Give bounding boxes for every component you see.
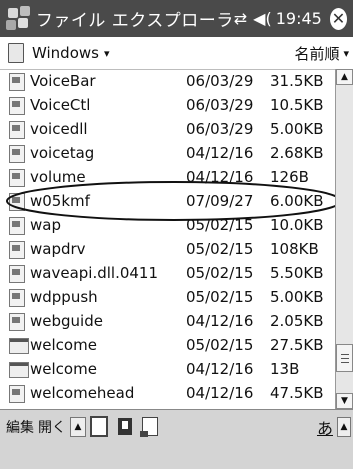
window-file-icon — [9, 338, 29, 354]
app-file-icon — [9, 289, 25, 307]
file-date: 05/02/15 — [186, 336, 254, 354]
file-date: 05/02/15 — [186, 264, 254, 282]
app-file-icon — [9, 385, 25, 403]
file-size: 10.0KB — [270, 216, 324, 234]
chevron-down-icon[interactable]: ▾ — [104, 47, 110, 60]
file-size: 5.50KB — [270, 264, 324, 282]
file-name: waveapi.dll.0411 — [30, 264, 159, 282]
windows-start-icon[interactable] — [6, 5, 30, 32]
file-name: wap — [30, 216, 61, 234]
file-name: VoiceCtl — [30, 96, 91, 114]
volume-icon[interactable]: ◀( — [253, 9, 272, 28]
sort-dropdown[interactable]: 名前順 — [294, 43, 339, 64]
storage-card-icon[interactable] — [118, 418, 132, 435]
folder-dropdown[interactable]: Windows — [32, 44, 99, 62]
file-size: 108KB — [270, 240, 319, 258]
list-item[interactable]: voicedll 06/03/29 5.00KB — [0, 117, 335, 141]
app-title: ファイル エクスプローラ — [35, 11, 234, 31]
app-file-icon — [9, 73, 25, 91]
menu-bar: 編集 開く ▲ あ ▲ — [0, 409, 353, 469]
file-date: 05/02/15 — [186, 288, 254, 306]
file-date: 06/03/29 — [186, 120, 254, 138]
app-file-icon — [9, 217, 25, 235]
list-item[interactable]: waveapi.dll.0411 05/02/15 5.50KB — [0, 261, 335, 285]
list-item[interactable]: volume 04/12/16 126B — [0, 165, 335, 189]
up-arrow-icon[interactable]: ▲ — [337, 416, 351, 437]
file-size: 6.00KB — [270, 192, 324, 210]
app-file-icon — [9, 169, 25, 187]
file-size: 10.5KB — [270, 96, 324, 114]
file-name: VoiceBar — [30, 72, 96, 90]
file-name: welcome — [30, 336, 97, 354]
file-date: 04/12/16 — [186, 312, 254, 330]
file-name: voicedll — [30, 120, 88, 138]
view-icon[interactable] — [90, 416, 108, 437]
app-file-icon — [9, 193, 25, 211]
list-item[interactable]: voicetag 04/12/16 2.68KB — [0, 141, 335, 165]
file-list: VoiceBar 06/03/29 31.5KB VoiceCtl 06/03/… — [0, 69, 335, 409]
input-method-button[interactable]: あ — [317, 415, 333, 439]
file-size: 2.68KB — [270, 144, 324, 162]
file-name: welcomehead — [30, 384, 135, 402]
scroll-thumb[interactable] — [336, 344, 353, 372]
list-item-highlighted[interactable]: w05kmf 07/09/27 6.00KB — [0, 189, 335, 213]
file-date: 06/03/29 — [186, 72, 254, 90]
file-date: 04/12/16 — [186, 168, 254, 186]
file-date: 04/12/16 — [186, 360, 254, 378]
file-size: 126B — [270, 168, 309, 186]
file-name: wdppush — [30, 288, 98, 306]
file-name: voicetag — [30, 144, 95, 162]
list-item[interactable]: wap 05/02/15 10.0KB — [0, 213, 335, 237]
app-file-icon — [9, 265, 25, 283]
list-item[interactable]: webguide 04/12/16 2.05KB — [0, 309, 335, 333]
chevron-down-icon[interactable]: ▾ — [343, 47, 349, 60]
app-file-icon — [9, 97, 25, 115]
app-file-icon — [9, 241, 25, 259]
scroll-down-arrow-icon[interactable]: ▼ — [336, 393, 353, 409]
file-name: w05kmf — [30, 192, 90, 210]
document-icon[interactable] — [140, 417, 158, 437]
file-name: webguide — [30, 312, 103, 330]
file-size: 5.00KB — [270, 288, 324, 306]
list-item[interactable]: wapdrv 05/02/15 108KB — [0, 237, 335, 261]
list-item[interactable]: wdppush 05/02/15 5.00KB — [0, 285, 335, 309]
clock[interactable]: 19:45 — [276, 9, 322, 28]
file-name: welcome — [30, 360, 97, 378]
file-date: 04/12/16 — [186, 144, 254, 162]
folder-bar: Windows ▾ 名前順 ▾ — [0, 37, 353, 70]
file-date: 07/09/27 — [186, 192, 254, 210]
file-size: 13B — [270, 360, 300, 378]
file-date: 05/02/15 — [186, 240, 254, 258]
list-item[interactable]: VoiceBar 06/03/29 31.5KB — [0, 69, 335, 93]
list-item[interactable]: welcome 04/12/16 13B — [0, 357, 335, 381]
open-menu[interactable]: 開く — [38, 417, 66, 437]
close-button[interactable]: ✕ — [329, 7, 347, 30]
list-item[interactable]: welcome 05/02/15 27.5KB — [0, 333, 335, 357]
app-file-icon — [9, 121, 25, 139]
file-size: 2.05KB — [270, 312, 324, 330]
file-size: 47.5KB — [270, 384, 324, 402]
list-item[interactable]: VoiceCtl 06/03/29 10.5KB — [0, 93, 335, 117]
up-arrow-icon[interactable]: ▲ — [70, 416, 86, 437]
edit-menu[interactable]: 編集 — [6, 417, 34, 437]
app-file-icon — [9, 145, 25, 163]
title-bar: ファイル エクスプローラ ⇄ ◀( 19:45 ✕ — [0, 0, 353, 37]
file-size: 31.5KB — [270, 72, 324, 90]
file-date: 04/12/16 — [186, 384, 254, 402]
file-name: volume — [30, 168, 86, 186]
folder-icon — [8, 43, 24, 63]
list-item[interactable]: welcomehead 04/12/16 47.5KB — [0, 381, 335, 405]
file-date: 06/03/29 — [186, 96, 254, 114]
file-name: wapdrv — [30, 240, 86, 258]
file-size: 5.00KB — [270, 120, 324, 138]
file-size: 27.5KB — [270, 336, 324, 354]
window-file-icon — [9, 362, 29, 378]
scrollbar[interactable]: ▲ ▼ — [335, 69, 353, 409]
file-date: 05/02/15 — [186, 216, 254, 234]
app-file-icon — [9, 313, 25, 331]
connectivity-icon[interactable]: ⇄ — [234, 9, 247, 28]
scroll-up-arrow-icon[interactable]: ▲ — [336, 69, 353, 85]
